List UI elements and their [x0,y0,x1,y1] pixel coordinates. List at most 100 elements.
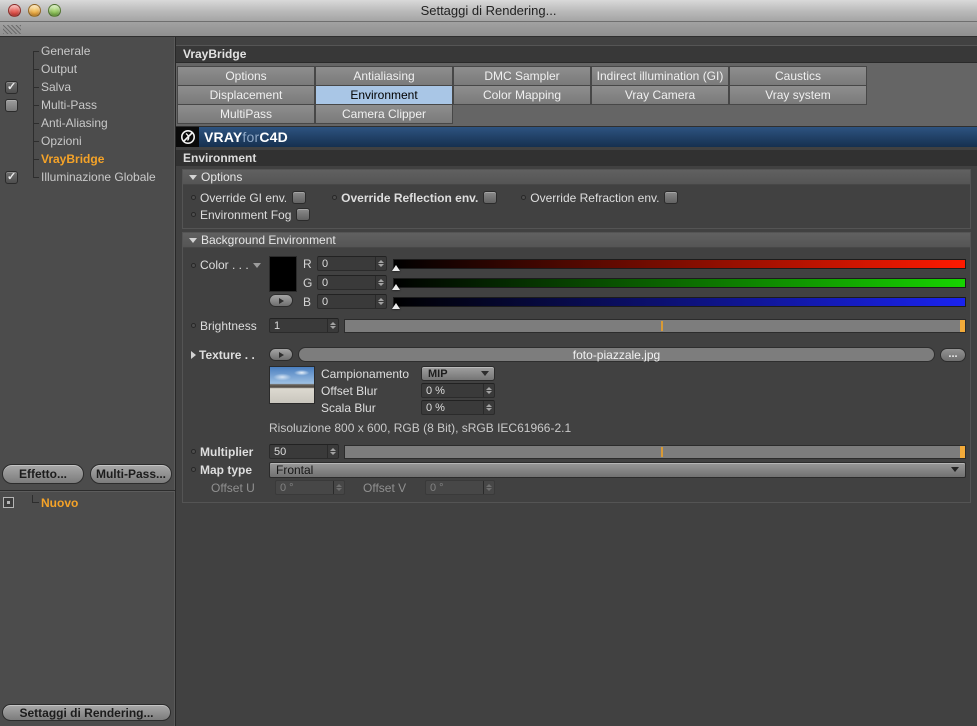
tab-environment[interactable]: Environment [315,84,453,105]
tab-multipass[interactable]: MultiPass [177,103,315,124]
channel-g-input[interactable]: 0 [317,275,387,290]
sampling-label: Campionamento [321,366,410,381]
logo-vray: VRAY [204,129,243,145]
brightness-label: Brightness [200,318,257,333]
sidebar-item-anti-aliasing[interactable]: Anti-Aliasing [0,114,175,132]
tab-indirect-illumination[interactable]: Indirect illumination (GI) [591,65,729,86]
tree-corner-line [32,495,39,504]
enable-checkbox[interactable] [5,80,18,94]
channel-g-gradient-slider[interactable] [392,277,966,290]
texture-expand-icon[interactable] [191,350,196,359]
sidebar-item-label: Illuminazione Globale [41,170,156,184]
enable-checkbox[interactable] [5,98,18,112]
sampling-dropdown[interactable]: MIP [421,366,495,381]
brightness-input[interactable]: 1 [269,318,339,333]
channel-b-label: B [303,294,312,309]
tab-antialiasing[interactable]: Antialiasing [315,65,453,86]
texture-browse-button[interactable]: ... [940,347,966,362]
channel-b-input[interactable]: 0 [317,294,387,309]
settings-sidebar: Generale Output Salva Multi-Pass Anti-Al… [0,37,176,726]
channel-g-label: G [303,275,313,290]
slider-handle[interactable] [960,319,965,332]
logo-c4d: C4D [259,129,288,145]
tab-displacement[interactable]: Displacement [177,84,315,105]
background-environment-group: Background Environment Color . . . R 0 G… [182,232,971,503]
override-gi-env-label: Override GI env. [200,190,288,205]
color-expand-arrow-button[interactable] [269,294,293,307]
channel-r-gradient-slider[interactable] [392,258,966,271]
multipass-button[interactable]: Multi-Pass... [90,463,172,484]
offset-v-label: Offset V [363,480,407,495]
channel-b-gradient-slider[interactable] [392,296,966,309]
gradient-handle-icon[interactable] [392,264,400,271]
stepper-icon[interactable] [483,401,494,414]
color-swatch[interactable] [269,256,297,292]
effect-button[interactable]: Effetto... [2,463,84,484]
map-type-dropdown[interactable]: Frontal [269,461,966,478]
multiplier-label: Multiplier [200,444,254,459]
stepper-icon [483,481,494,494]
offset-blur-input[interactable]: 0 % [421,383,495,398]
offset-u-input: 0 ° [275,480,345,495]
sidebar-item-vraybridge[interactable]: VrayBridge [0,150,175,168]
param-dot-icon [191,449,196,454]
channel-r-input[interactable]: 0 [317,256,387,271]
settings-tree: Generale Output Salva Multi-Pass Anti-Al… [0,37,175,186]
collapse-triangle-icon [189,237,197,243]
slider-default-tick [661,446,664,457]
background-environment-header[interactable]: Background Environment [183,233,970,248]
enable-checkbox[interactable] [5,170,18,184]
effect-item-nuovo[interactable]: Nuovo [0,493,175,513]
tab-options[interactable]: Options [177,65,315,86]
offset-v-input: 0 ° [425,480,495,495]
vray-tab-grid: Options Antialiasing DMC Sampler Indirec… [176,63,977,127]
dropdown-arrow-icon [951,467,959,472]
texture-thumbnail[interactable] [269,366,315,404]
environment-fog-label: Environment Fog [200,207,292,222]
texture-file-field[interactable]: foto-piazzale.jpg [298,347,935,362]
render-settings-button[interactable]: Settaggi di Rendering... [2,704,171,721]
section-header-environment: Environment [176,150,977,166]
divider [0,489,175,491]
sidebar-item-output[interactable]: Output [0,60,175,78]
window-title: Settaggi di Rendering... [420,3,557,18]
stepper-icon[interactable] [375,295,386,308]
sidebar-item-label: Anti-Aliasing [41,116,108,130]
sidebar-item-salva[interactable]: Salva [0,78,175,96]
stepper-icon[interactable] [375,276,386,289]
stepper-icon[interactable] [483,384,494,397]
tab-vray-camera[interactable]: Vray Camera [591,84,729,105]
tab-caustics[interactable]: Caustics [729,65,867,86]
environment-fog-checkbox[interactable] [296,208,311,221]
sidebar-item-generale[interactable]: Generale [0,42,175,60]
color-expand-icon[interactable] [252,262,261,268]
brightness-slider[interactable] [344,318,966,333]
tab-color-mapping[interactable]: Color Mapping [453,84,591,105]
grip-icon[interactable] [3,24,21,34]
param-dot-icon [191,262,196,268]
override-gi-env-checkbox[interactable] [292,191,307,204]
texture-arrow-button[interactable] [269,348,293,361]
tab-dmc-sampler[interactable]: DMC Sampler [453,65,591,86]
stepper-icon[interactable] [327,445,338,458]
override-refraction-env-checkbox[interactable] [664,191,679,204]
stepper-icon[interactable] [327,319,338,332]
multiplier-slider[interactable] [344,444,966,459]
slider-handle[interactable] [960,445,965,458]
override-reflection-env-checkbox[interactable] [483,191,498,204]
gradient-handle-icon[interactable] [392,302,400,309]
stepper-icon[interactable] [375,257,386,270]
multiplier-input[interactable]: 50 [269,444,339,459]
offset-u-label: Offset U [211,480,255,495]
gradient-handle-icon[interactable] [392,283,400,290]
logo-for: for [242,129,260,145]
vrayforc4d-banner: VRAYforC4D [176,127,977,147]
tab-vray-system[interactable]: Vray system [729,84,867,105]
tab-camera-clipper[interactable]: Camera Clipper [315,103,453,124]
sidebar-item-illuminazione-globale[interactable]: Illuminazione Globale [0,168,175,186]
sidebar-item-opzioni[interactable]: Opzioni [0,132,175,150]
options-group-header[interactable]: Options [183,170,970,185]
sidebar-item-multi-pass[interactable]: Multi-Pass [0,96,175,114]
effect-target-icon[interactable] [3,497,14,509]
scale-blur-input[interactable]: 0 % [421,400,495,415]
